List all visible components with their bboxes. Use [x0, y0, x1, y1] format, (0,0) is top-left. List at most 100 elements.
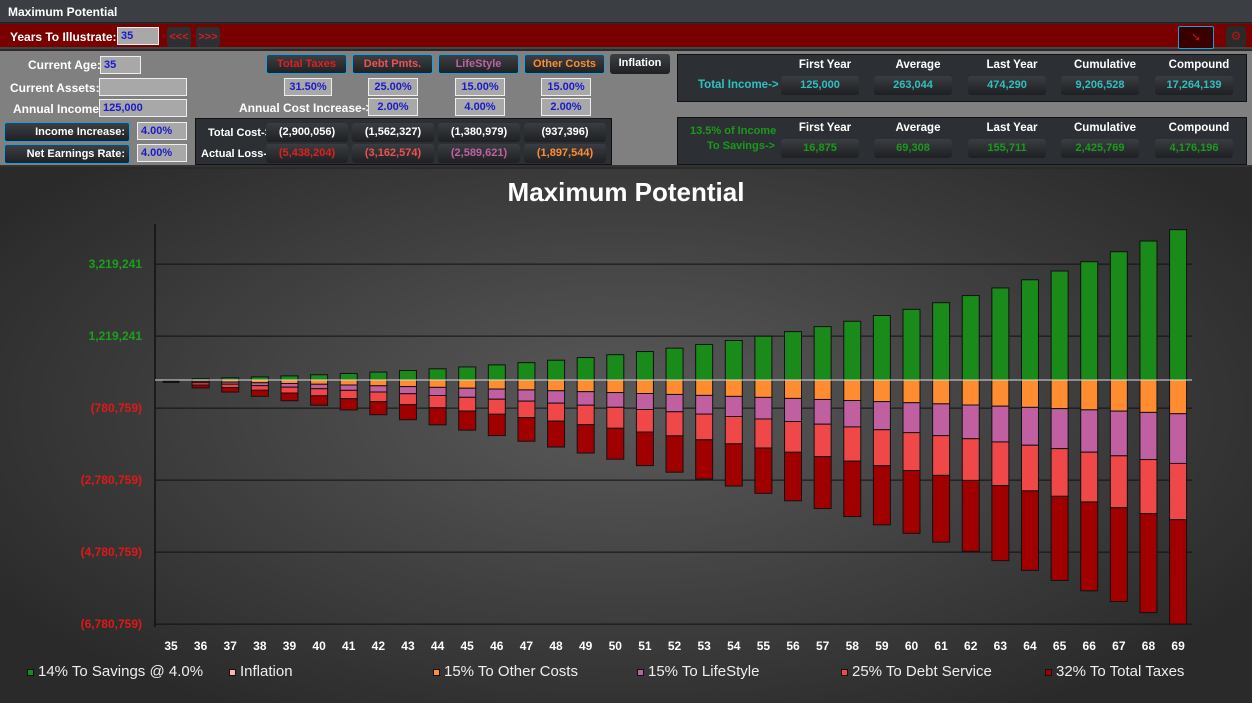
bar-segment: [191, 384, 210, 389]
x-tick-label: 37: [223, 639, 237, 653]
bar-segment: [517, 389, 536, 402]
savings-compound: 4,176,196: [1155, 139, 1233, 158]
bar-segment: [872, 379, 891, 403]
x-tick-label: 49: [578, 639, 593, 653]
toolbar: Years To Illustrate: 35 <<< >>> ➘ ⚙: [0, 24, 1252, 49]
window-title: Maximum Potential: [8, 5, 118, 19]
tab-debt-pmts[interactable]: Debt Pmts.: [352, 54, 433, 74]
bar-segment: [843, 460, 862, 518]
debt-rate-input[interactable]: 25.00%: [368, 78, 418, 96]
income-increase-input[interactable]: 4.00%: [137, 122, 187, 140]
bar-segment: [784, 451, 803, 502]
other-increase-input[interactable]: 2.00%: [541, 98, 591, 116]
debt-increase-input[interactable]: 2.00%: [368, 98, 418, 116]
x-tick-label: 39: [282, 639, 297, 653]
chart-area: Maximum Potential 3,219,241 1,219,241 (780…: [0, 169, 1252, 703]
bar-segment: [398, 386, 417, 395]
bar-segment: [487, 388, 506, 400]
y-tick-label: (4,780,759): [80, 545, 142, 560]
income-compound: 17,264,139: [1155, 76, 1233, 95]
bar-segment: [754, 418, 773, 449]
bar-segment: [310, 374, 329, 381]
bar-segment: [932, 379, 951, 405]
gear-icon[interactable]: ⚙: [1226, 26, 1246, 47]
bar-segment: [754, 447, 773, 494]
x-tick-label: 50: [608, 639, 622, 653]
bar-segment: [487, 379, 506, 390]
bar-segment: [635, 379, 654, 395]
tab-lifestyle[interactable]: LifeStyle: [438, 54, 519, 74]
bar-segment: [665, 379, 684, 395]
total-income-label: Total Income->: [698, 79, 779, 91]
debt-actual-loss: (3,162,574): [352, 144, 434, 163]
legend-swatch: [229, 668, 236, 676]
bar-segment: [724, 379, 743, 397]
legend-item: 15% To LifeStyle: [637, 663, 759, 680]
next-years-button[interactable]: >>>: [196, 27, 220, 47]
bar-segment: [635, 393, 654, 411]
tab-total-taxes[interactable]: Total Taxes: [266, 54, 347, 74]
taxes-rate-input[interactable]: 31.50%: [284, 78, 332, 96]
savings-average: 69,308: [874, 139, 952, 158]
bar-segment: [754, 379, 773, 398]
x-tick-label: 63: [993, 639, 1008, 653]
other-rate-input[interactable]: 15.00%: [541, 78, 591, 96]
legend-item: 32% To Total Taxes: [1045, 663, 1184, 680]
header-first-year: First Year: [798, 59, 852, 71]
years-input[interactable]: 35: [117, 27, 159, 45]
bar-segment: [1080, 409, 1099, 453]
bar-segment: [784, 397, 803, 423]
header-first-year: First Year: [798, 122, 852, 134]
legend-label: 32% To Total Taxes: [1056, 663, 1185, 680]
x-tick-label: 60: [904, 639, 919, 653]
legend-swatch: [27, 668, 34, 676]
bar-segment: [1109, 379, 1128, 412]
x-tick-label: 43: [401, 639, 415, 653]
bar-segment: [1169, 462, 1188, 521]
header-cumulative: Cumulative: [1074, 122, 1136, 134]
header-average: Average: [895, 122, 941, 134]
bar-segment: [991, 405, 1010, 443]
prev-years-button[interactable]: <<<: [167, 27, 191, 47]
legend-swatch: [637, 668, 644, 676]
bar-segment: [280, 392, 299, 402]
x-tick-label: 53: [697, 639, 711, 653]
current-age-label: Current Age:: [28, 58, 101, 72]
bar-segment: [932, 403, 951, 437]
lifestyle-increase-input[interactable]: 4.00%: [455, 98, 505, 116]
bar-segment: [991, 287, 1010, 381]
bar-segment: [991, 485, 1010, 562]
header-compound: Compound: [1168, 122, 1230, 134]
bar-segment: [813, 326, 832, 381]
bar-segment: [1109, 410, 1128, 457]
bar-segment: [428, 379, 447, 388]
income-increase-button[interactable]: Income Increase:: [4, 122, 130, 142]
tab-inflation[interactable]: Inflation: [610, 54, 670, 74]
bar-segment: [428, 394, 447, 409]
bar-segment: [1050, 448, 1069, 497]
current-assets-input[interactable]: [99, 78, 187, 96]
bar-segment: [695, 394, 714, 415]
bar-segment: [991, 441, 1010, 487]
debt-total-cost: (1,562,327): [352, 123, 434, 142]
bar-segment: [665, 393, 684, 413]
bar-segment: [398, 404, 417, 421]
bar-segment: [576, 379, 595, 393]
net-earnings-input[interactable]: 4.00%: [137, 144, 187, 162]
x-tick-label: 48: [549, 639, 563, 653]
bar-segment: [310, 388, 329, 397]
lifestyle-rate-input[interactable]: 15.00%: [455, 78, 505, 96]
bar-segment: [843, 379, 862, 402]
bar-segment: [547, 420, 566, 448]
chart-type-icon[interactable]: ➘: [1178, 26, 1214, 49]
bar-segment: [310, 379, 329, 385]
bar-segment: [369, 371, 388, 381]
annual-income-input[interactable]: 125,000: [99, 99, 187, 117]
header-last-year: Last Year: [986, 122, 1038, 134]
net-earnings-button[interactable]: Net Earnings Rate:: [4, 144, 130, 164]
bar-segment: [369, 401, 388, 416]
bar-segment: [724, 395, 743, 418]
tab-other-costs[interactable]: Other Costs: [524, 54, 605, 74]
bar-segment: [902, 379, 921, 404]
current-age-input[interactable]: 35: [100, 56, 141, 74]
